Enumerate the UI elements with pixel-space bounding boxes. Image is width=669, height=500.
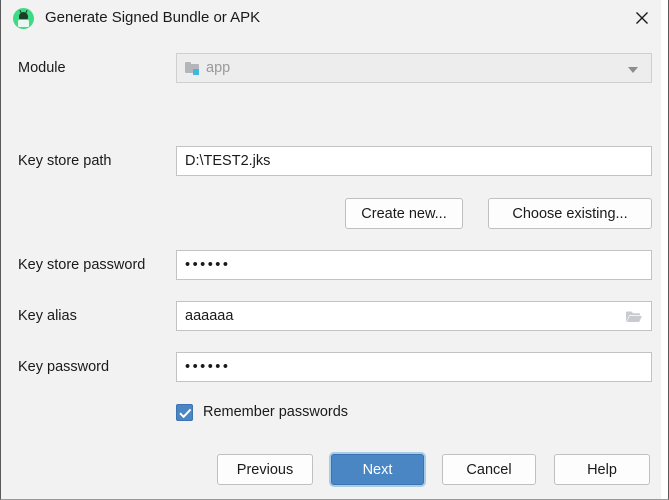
key-store-path-label: Key store path xyxy=(18,153,112,169)
module-folder-icon xyxy=(185,62,201,75)
key-store-password-input[interactable]: •••••• xyxy=(176,250,652,280)
window-right-edge xyxy=(661,0,668,499)
android-studio-icon xyxy=(13,8,34,29)
key-alias-row: Key alias aaaaaa xyxy=(1,301,668,331)
remember-passwords-checkbox[interactable] xyxy=(176,403,193,421)
generate-signed-bundle-dialog: Generate Signed Bundle or APK Module app… xyxy=(0,0,669,500)
remember-passwords-label: Remember passwords xyxy=(203,404,349,420)
module-row: Module app xyxy=(1,53,668,83)
chevron-down-icon[interactable] xyxy=(628,67,638,73)
dialog-title: Generate Signed Bundle or APK xyxy=(45,9,261,26)
create-new-button[interactable]: Create new... xyxy=(345,198,463,229)
key-password-value: •••••• xyxy=(185,359,231,375)
key-store-password-label: Key store password xyxy=(18,257,146,273)
key-alias-label: Key alias xyxy=(18,308,77,324)
key-store-path-row: Key store path D:\TEST2.jks xyxy=(1,146,668,176)
help-button[interactable]: Help xyxy=(554,454,650,485)
key-password-label: Key password xyxy=(18,359,110,375)
dialog-titlebar: Generate Signed Bundle or APK xyxy=(1,0,668,36)
key-password-input[interactable]: •••••• xyxy=(176,352,652,382)
key-store-path-value: D:\TEST2.jks xyxy=(185,153,271,169)
cancel-button[interactable]: Cancel xyxy=(442,454,536,485)
key-store-password-value: •••••• xyxy=(185,257,231,273)
module-label: Module xyxy=(18,60,66,76)
key-password-row: Key password •••••• xyxy=(1,352,668,382)
close-icon[interactable] xyxy=(628,4,656,32)
choose-existing-button[interactable]: Choose existing... xyxy=(488,198,652,229)
remember-passwords-row[interactable]: Remember passwords xyxy=(176,401,348,423)
key-store-password-row: Key store password •••••• xyxy=(1,250,668,280)
next-button[interactable]: Next xyxy=(331,454,424,485)
key-store-path-input[interactable]: D:\TEST2.jks xyxy=(176,146,652,176)
module-value: app xyxy=(206,60,231,76)
folder-open-icon[interactable] xyxy=(625,309,643,324)
key-alias-input[interactable]: aaaaaa xyxy=(176,301,652,331)
key-alias-value: aaaaaa xyxy=(185,308,234,324)
previous-button[interactable]: Previous xyxy=(217,454,313,485)
module-select[interactable]: app xyxy=(176,53,652,83)
